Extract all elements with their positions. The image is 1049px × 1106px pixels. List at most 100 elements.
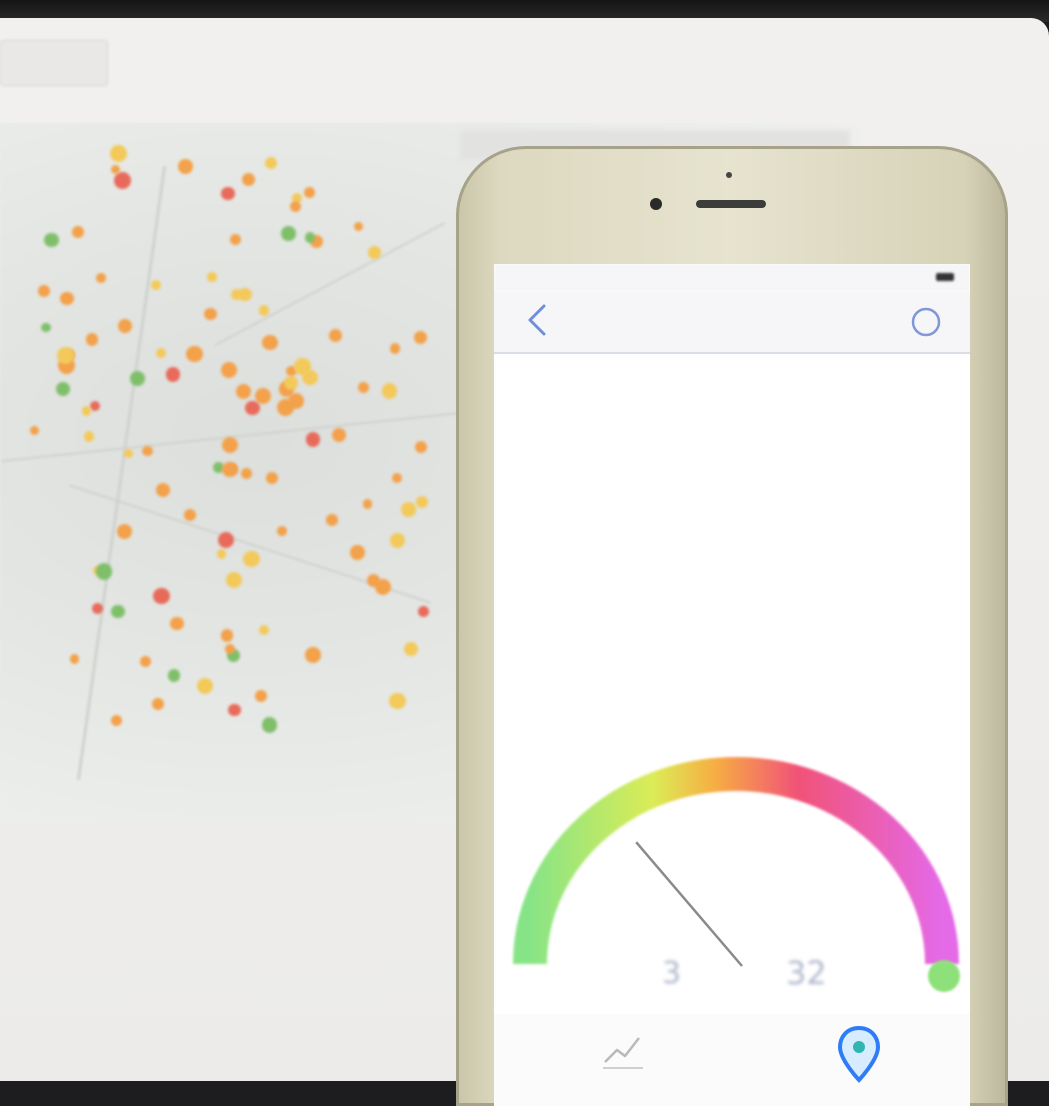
station-marker[interactable] (332, 428, 347, 443)
station-marker[interactable] (110, 164, 120, 174)
station-marker[interactable] (235, 383, 251, 399)
station-marker[interactable] (95, 562, 113, 580)
station-marker[interactable] (261, 717, 278, 733)
station-marker[interactable] (368, 246, 381, 259)
station-marker[interactable] (155, 347, 166, 358)
station-marker[interactable] (240, 468, 252, 480)
station-marker[interactable] (151, 697, 164, 710)
station-marker[interactable] (167, 669, 180, 682)
station-marker[interactable] (304, 232, 316, 243)
station-marker[interactable] (109, 144, 127, 162)
station-marker[interactable] (218, 531, 235, 548)
station-marker[interactable] (186, 346, 203, 363)
station-marker[interactable] (170, 616, 184, 630)
station-marker[interactable] (403, 642, 418, 657)
station-marker[interactable] (416, 496, 428, 508)
station-marker[interactable] (353, 222, 363, 232)
station-marker[interactable] (83, 430, 95, 442)
station-marker[interactable] (196, 678, 213, 695)
station-marker[interactable] (204, 307, 217, 321)
station-marker[interactable] (374, 578, 392, 595)
station-marker[interactable] (391, 472, 402, 483)
station-marker[interactable] (81, 406, 92, 416)
station-marker[interactable] (255, 387, 272, 404)
station-marker[interactable] (117, 524, 133, 540)
station-marker[interactable] (230, 288, 242, 300)
back-button[interactable] (518, 300, 558, 340)
station-marker[interactable] (288, 393, 305, 410)
station-marker[interactable] (216, 549, 227, 560)
station-marker[interactable] (358, 382, 369, 393)
station-marker[interactable] (266, 471, 279, 485)
station-marker[interactable] (228, 703, 241, 717)
station-marker[interactable] (381, 383, 398, 399)
station-marker[interactable] (118, 319, 132, 334)
station-marker[interactable] (140, 655, 152, 667)
station-marker[interactable] (304, 187, 316, 199)
station-marker[interactable] (277, 526, 288, 537)
station-marker[interactable] (258, 624, 269, 635)
station-marker[interactable] (329, 328, 343, 342)
station-marker[interactable] (71, 226, 84, 239)
station-marker[interactable] (305, 647, 321, 663)
station-marker[interactable] (38, 285, 50, 297)
station-marker[interactable] (124, 449, 134, 459)
station-marker[interactable] (111, 604, 125, 619)
station-marker[interactable] (55, 382, 70, 397)
station-marker[interactable] (243, 550, 260, 567)
station-marker[interactable] (255, 690, 267, 702)
station-marker[interactable] (30, 425, 40, 435)
station-marker[interactable] (69, 654, 80, 664)
station-marker[interactable] (60, 291, 74, 306)
station-marker[interactable] (220, 361, 238, 378)
station-marker[interactable] (265, 156, 278, 169)
station-marker[interactable] (91, 603, 103, 615)
station-marker[interactable] (225, 571, 242, 588)
station-marker[interactable] (417, 606, 429, 618)
station-marker[interactable] (222, 461, 238, 477)
station-marker[interactable] (141, 445, 153, 457)
station-marker[interactable] (349, 544, 365, 560)
station-marker[interactable] (289, 200, 302, 213)
station-marker[interactable] (229, 233, 242, 246)
station-marker[interactable] (89, 400, 101, 412)
station-marker[interactable] (86, 333, 99, 346)
station-marker[interactable] (155, 482, 171, 498)
station-marker[interactable] (401, 502, 416, 517)
station-marker[interactable] (183, 508, 197, 522)
station-marker[interactable] (130, 371, 146, 387)
station-marker[interactable] (245, 400, 260, 416)
station-marker[interactable] (113, 172, 131, 189)
station-marker[interactable] (389, 342, 401, 354)
station-marker[interactable] (305, 432, 321, 447)
station-marker[interactable] (153, 587, 170, 605)
refresh-button[interactable] (906, 302, 946, 342)
station-marker[interactable] (390, 532, 406, 548)
station-marker[interactable] (165, 367, 181, 382)
station-marker[interactable] (111, 714, 123, 726)
station-marker[interactable] (362, 499, 372, 509)
station-marker[interactable] (221, 186, 235, 201)
station-marker[interactable] (283, 376, 298, 391)
station-marker[interactable] (222, 436, 239, 453)
station-marker[interactable] (258, 304, 270, 316)
station-marker[interactable] (44, 232, 59, 248)
station-marker[interactable] (207, 272, 217, 282)
station-marker[interactable] (415, 441, 428, 454)
station-marker[interactable] (294, 357, 311, 375)
station-marker[interactable] (262, 334, 278, 350)
station-marker[interactable] (150, 280, 161, 291)
station-marker[interactable] (280, 226, 296, 241)
station-marker[interactable] (242, 173, 255, 187)
station-marker[interactable] (41, 322, 51, 333)
station-marker[interactable] (389, 692, 406, 710)
tab-map[interactable] (836, 1024, 882, 1088)
station-marker[interactable] (96, 272, 107, 283)
station-marker[interactable] (413, 331, 427, 345)
station-marker[interactable] (220, 629, 234, 642)
station-marker[interactable] (224, 644, 235, 654)
tab-chart[interactable] (599, 1026, 649, 1090)
station-marker[interactable] (326, 513, 339, 526)
station-marker[interactable] (177, 158, 193, 174)
station-marker[interactable] (57, 347, 75, 364)
